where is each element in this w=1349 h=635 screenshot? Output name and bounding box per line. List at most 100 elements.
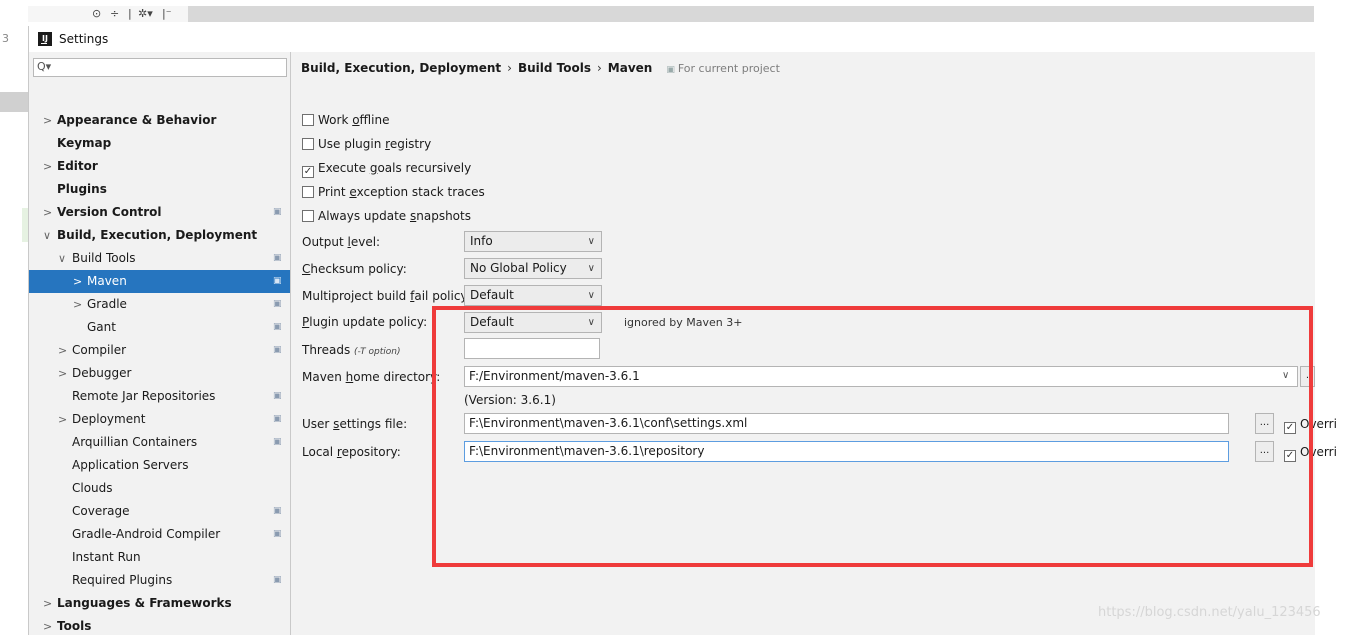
sidebar-item[interactable]: ∨ Build, Execution, Deployment (29, 224, 290, 247)
maven-option-checkbox[interactable]: ✓ Execute goals recursively (302, 159, 471, 178)
sidebar-item-label: Gradle (87, 297, 127, 311)
multiproject-fail-policy-select[interactable]: Default ∨ (464, 285, 602, 306)
local-repository-browse-button[interactable]: ... (1255, 441, 1274, 462)
collapse-icon[interactable]: |⁻ (162, 7, 172, 20)
sidebar-item-label: Remote Jar Repositories (72, 389, 216, 403)
maven-option-checkbox[interactable]: Print exception stack traces (302, 183, 485, 201)
chevron-right-icon[interactable]: > (43, 201, 52, 224)
settings-window: IJ Settings Q▾ > Appearance & Behavior Key… (28, 26, 1337, 635)
split-icon[interactable]: ÷ (110, 7, 119, 20)
sidebar-item-label: Gradle-Android Compiler (72, 527, 221, 541)
local-repository-input[interactable]: F:\Environment\maven-3.6.1\repository (464, 441, 1229, 462)
sidebar-item-label: Build Tools (72, 251, 136, 265)
maven-home-combo[interactable]: F:/Environment/maven-3.6.1 (464, 366, 1298, 387)
sidebar-item[interactable]: Gant ▣ (29, 316, 290, 339)
output-level-select[interactable]: Info ∨ (464, 231, 602, 252)
sidebar-item[interactable]: Instant Run (29, 546, 290, 569)
sidebar-item[interactable]: Coverage ▣ (29, 500, 290, 523)
sidebar-item[interactable]: ∨ Build Tools ▣ (29, 247, 290, 270)
chevron-right-icon[interactable]: > (73, 270, 82, 293)
project-scope-icon: ▣ (273, 322, 282, 332)
ide-toolbar (28, 6, 1314, 22)
maven-option-checkbox[interactable]: Always update snapshots (302, 207, 471, 225)
sidebar-item[interactable]: > Debugger (29, 362, 290, 385)
chevron-right-icon[interactable]: > (58, 362, 67, 385)
sidebar-item-label: Keymap (57, 136, 112, 150)
sidebar-item-label: Version Control (57, 205, 162, 219)
sidebar-item-label: Appearance & Behavior (57, 113, 217, 127)
sidebar-item[interactable]: Remote Jar Repositories ▣ (29, 385, 290, 408)
maven-option-checkbox[interactable]: Use plugin registry (302, 135, 431, 153)
sidebar-item[interactable]: Keymap (29, 132, 290, 155)
checkbox-checked[interactable]: ✓ (1284, 450, 1296, 462)
checkbox-label: ffline (359, 113, 390, 127)
project-scope-icon: ▣ (273, 575, 282, 585)
user-settings-override-checkbox[interactable]: ✓ Overri (1284, 417, 1337, 434)
checksum-policy-select[interactable]: No Global Policy ∨ (464, 258, 602, 279)
checkbox-unchecked[interactable] (302, 114, 314, 126)
chevron-right-icon[interactable]: > (43, 155, 52, 178)
checkbox-label: o (352, 113, 360, 127)
chevron-right-icon[interactable]: > (43, 109, 52, 132)
chevron-down-icon[interactable]: ∨ (58, 247, 66, 270)
chevron-right-icon[interactable]: > (58, 408, 67, 431)
target-icon[interactable]: ⊙ (92, 7, 101, 20)
checkbox-unchecked[interactable] (302, 210, 314, 222)
sidebar-item[interactable]: > Gradle ▣ (29, 293, 290, 316)
chevron-right-icon[interactable]: > (43, 615, 52, 635)
sidebar-item-label: Maven (87, 274, 127, 288)
local-repository-override-checkbox[interactable]: ✓ Overri (1284, 445, 1337, 462)
window-titlebar[interactable]: IJ Settings (29, 26, 1315, 52)
sidebar-item[interactable]: > Appearance & Behavior (29, 109, 290, 132)
user-settings-browse-button[interactable]: ... (1255, 413, 1274, 434)
chevron-down-icon: ∨ (587, 290, 595, 301)
sidebar-item[interactable]: > Compiler ▣ (29, 339, 290, 362)
chevron-right-icon[interactable]: > (43, 592, 52, 615)
sidebar-item[interactable]: Arquillian Containers ▣ (29, 431, 290, 454)
checkbox-label: Always update (318, 209, 410, 223)
plugin-update-policy-select[interactable]: Default ∨ (464, 312, 602, 333)
checkbox-unchecked[interactable] (302, 186, 314, 198)
sidebar-item-label: Gant (87, 320, 116, 334)
gear-icon[interactable]: ✲▾ (138, 7, 153, 20)
sidebar-item[interactable]: > Version Control ▣ (29, 201, 290, 224)
chevron-right-icon[interactable]: > (58, 339, 67, 362)
project-scope-icon: ▣ (273, 506, 282, 516)
sidebar-item[interactable]: Gradle-Android Compiler ▣ (29, 523, 290, 546)
maven-home-browse-button[interactable]: . (1300, 366, 1315, 387)
checkbox-label: Work (318, 113, 353, 127)
multiproject-fail-policy-label: Multiproject build fail policy: (302, 289, 471, 303)
chevron-down-icon[interactable]: ∨ (43, 224, 51, 247)
sidebar-item[interactable]: Clouds (29, 477, 290, 500)
threads-input[interactable] (464, 338, 600, 359)
user-settings-input[interactable]: F:\Environment\maven-3.6.1\conf\settings… (464, 413, 1229, 434)
chevron-down-icon: ∨ (587, 317, 595, 328)
sidebar-item[interactable]: > Languages & Frameworks (29, 592, 290, 615)
project-scope-icon: ▣ (273, 253, 282, 263)
chevron-down-icon: ∨ (587, 236, 595, 247)
checksum-policy-label: Checksum policy: (302, 262, 407, 276)
scope-note: ▣ For current project (652, 62, 780, 75)
sidebar-item[interactable]: Application Servers (29, 454, 290, 477)
sidebar-item-label: Required Plugins (72, 573, 173, 587)
checkbox-checked[interactable]: ✓ (1284, 422, 1296, 434)
sidebar-item[interactable]: > Deployment ▣ (29, 408, 290, 431)
sidebar-item[interactable]: > Tools (29, 615, 290, 635)
sidebar-item[interactable]: Required Plugins ▣ (29, 569, 290, 592)
sidebar-item-label: Compiler (72, 343, 127, 357)
sidebar-item[interactable]: > Maven ▣ (29, 270, 290, 293)
sidebar-item[interactable]: Plugins (29, 178, 290, 201)
checkbox-checked[interactable]: ✓ (302, 166, 314, 178)
checkbox-unchecked[interactable] (302, 138, 314, 150)
maven-option-checkbox[interactable]: Work offline (302, 111, 389, 129)
chevron-right-icon[interactable]: > (73, 293, 82, 316)
sidebar-item-label: Languages & Frameworks (57, 596, 232, 610)
sidebar-item[interactable]: > Editor (29, 155, 290, 178)
project-scope-icon: ▣ (273, 299, 282, 309)
breadcrumb-item: Build Tools (517, 61, 591, 75)
settings-search-input[interactable]: Q▾ (33, 58, 287, 77)
chevron-down-icon[interactable]: ∨ (1282, 370, 1289, 381)
intellij-app-icon: IJ (38, 32, 52, 46)
search-icon: Q▾ (37, 60, 52, 73)
sidebar-item-label: Debugger (72, 366, 132, 380)
